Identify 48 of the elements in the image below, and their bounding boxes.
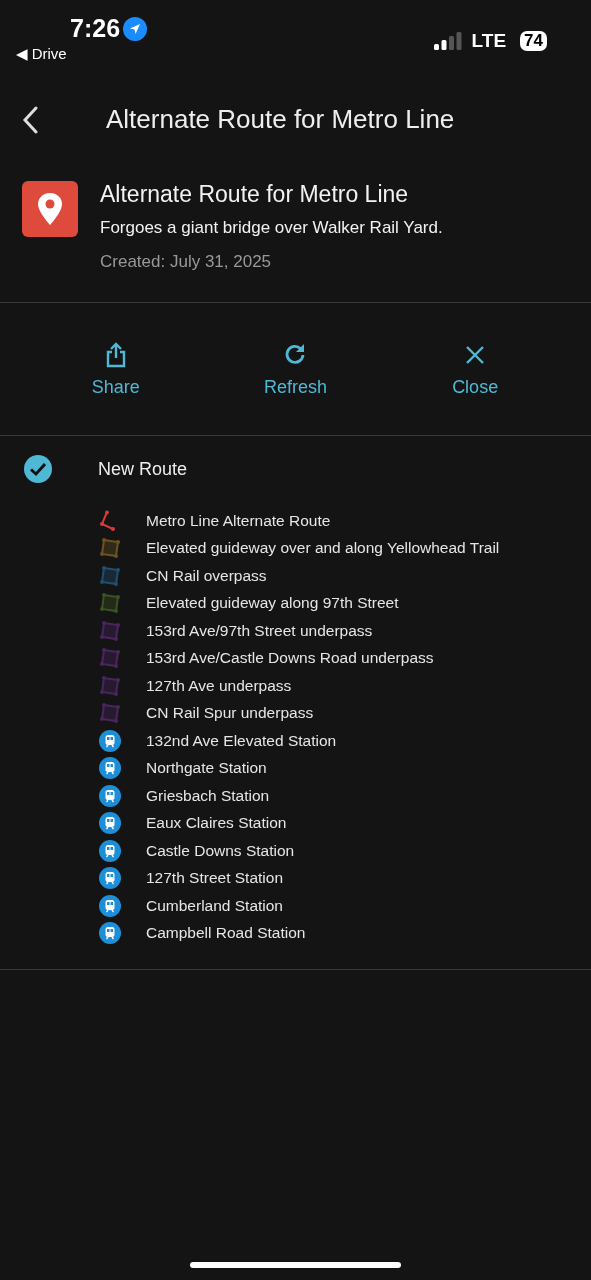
train-icon [99,784,121,807]
layer-item[interactable]: CN Rail overpass [146,566,267,585]
close-button[interactable]: Close [415,339,536,399]
page-title: Alternate Route for Metro Line [106,104,455,135]
share-button[interactable]: Share [55,339,176,399]
battery-indicator: 74 [520,31,547,51]
layer-item[interactable]: 153rd Ave/97th Street underpass [146,621,373,640]
layer-item[interactable]: Castle Downs Station [146,841,295,860]
polygon-shape-icon [99,647,121,670]
map-title: Alternate Route for Metro Line [100,181,410,208]
layer-item[interactable]: Cumberland Station [146,896,283,915]
layer-item[interactable]: CN Rail Spur underpass [146,704,314,723]
created-date: Created: July 31, 2025 [100,252,273,272]
layer-item[interactable]: Elevated guideway over and along Yellowhead Trail [146,539,500,558]
train-icon [99,922,121,945]
polygon-shape-icon [99,674,121,697]
train-icon [99,729,121,752]
polygon-shape-icon [99,564,121,587]
layer-item[interactable]: Eaux Claires Station [146,814,287,833]
layer-name: New Route [98,458,188,480]
layer-item[interactable]: Campbell Road Station [146,924,306,943]
layer-item[interactable]: Elevated guideway along 97th Street [146,594,399,613]
layer-item[interactable]: Griesbach Station [146,786,270,805]
train-icon [99,839,121,862]
layer-item[interactable]: 132nd Ave Elevated Station [146,731,337,750]
train-icon [99,757,121,780]
network-label: LTE [471,30,507,52]
layer-item[interactable]: Northgate Station [146,759,267,778]
signal-icon [433,32,462,50]
clock-time: 7:26 [70,14,121,43]
layer-item[interactable]: 127th Ave underpass [146,676,292,695]
train-icon [99,867,121,890]
map-pin-icon [22,181,78,237]
back-to-app-link[interactable]: ◀ Drive [16,45,67,63]
polygon-shape-icon [99,537,121,560]
train-icon [99,894,121,917]
map-description: Forgoes a giant bridge over Walker Rail Yard. [100,218,443,238]
route-line-icon [99,509,117,532]
refresh-button[interactable]: Refresh [235,339,356,399]
layer-item[interactable]: 127th Street Station [146,869,283,888]
polygon-shape-icon [99,619,121,642]
train-icon [99,812,121,835]
checked-icon[interactable] [23,454,53,484]
chevron-left-icon [22,105,38,134]
polygon-shape-icon [99,592,121,615]
polygon-shape-icon [99,702,121,725]
layer-item[interactable]: 153rd Ave/Castle Downs Road underpass [146,649,434,668]
layer-item[interactable]: Metro Line Alternate Route [146,511,331,530]
